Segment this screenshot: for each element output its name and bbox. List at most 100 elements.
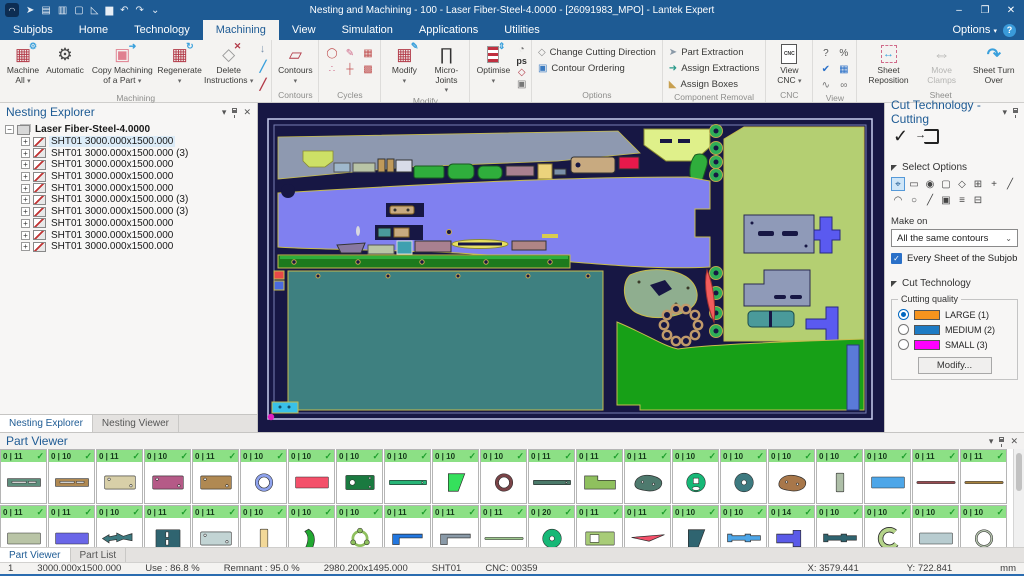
sel-arc-icon[interactable]: ◠: [891, 193, 905, 207]
panel-menu-icon[interactable]: ▾: [222, 107, 227, 118]
part-tile[interactable]: 0 | 11✓: [960, 449, 1007, 504]
redo-icon[interactable]: ↷: [136, 5, 144, 16]
tree-sheet-item[interactable]: +SHT01 3000.000x1500.000: [5, 136, 257, 148]
tree-sheet-item[interactable]: +SHT01 3000.000x1500.000 (3): [5, 194, 257, 206]
print-icon[interactable]: ▥: [58, 5, 67, 16]
expand-expander[interactable]: +: [21, 149, 30, 158]
tab-utilities[interactable]: Utilities: [491, 20, 552, 40]
tree-sheet-item[interactable]: +SHT01 3000.000x1500.000: [5, 241, 257, 253]
part-tile[interactable]: 0 | 10✓: [288, 505, 335, 547]
part-tile[interactable]: 0 | 11✓: [576, 449, 623, 504]
part-tile[interactable]: 0 | 10✓: [240, 449, 287, 504]
view-check-icon[interactable]: ✔: [817, 62, 834, 77]
tab-part-viewer[interactable]: Part Viewer: [0, 548, 71, 562]
sel-window-icon[interactable]: ▭: [907, 177, 921, 191]
collapse-expander[interactable]: −: [5, 125, 14, 134]
view-chain-icon[interactable]: ∞: [835, 78, 852, 93]
part-tile[interactable]: 0 | 10✓: [336, 505, 383, 547]
tab-machining[interactable]: Machining: [203, 20, 279, 40]
cycle-matrix-icon[interactable]: ▩: [359, 62, 376, 77]
copy-sheet-icon[interactable]: ▣: [516, 79, 527, 90]
cycle-points-icon[interactable]: ∴: [323, 62, 340, 77]
tab-home[interactable]: Home: [66, 20, 121, 40]
expand-expander[interactable]: +: [21, 219, 30, 228]
radio-icon[interactable]: [898, 339, 909, 350]
part-tile[interactable]: 0 | 14✓: [768, 505, 815, 547]
expand-expander[interactable]: +: [21, 172, 30, 181]
assign-extractions-button[interactable]: ➜ Assign Extractions: [665, 60, 764, 76]
part-tile[interactable]: 0 | 10✓: [768, 449, 815, 504]
sel-line-icon[interactable]: ╱: [1003, 177, 1017, 191]
sel-filled-icon[interactable]: ▣: [939, 193, 953, 207]
select-options-section[interactable]: Select Options: [891, 155, 1018, 177]
sel-contour-icon[interactable]: ◉: [923, 177, 937, 191]
modify-quality-button[interactable]: Modify...: [918, 357, 992, 374]
part-tile[interactable]: 0 | 11✓: [480, 505, 527, 547]
micro-joints-button[interactable]: ∏ Micro-Joints▾: [425, 41, 467, 96]
restore-button[interactable]: ❐: [972, 0, 998, 20]
pin-icon[interactable]: [232, 108, 237, 113]
tab-view[interactable]: View: [279, 20, 329, 40]
pointer-icon[interactable]: ➤: [26, 5, 34, 16]
cycle-ellipse-icon[interactable]: ◯: [323, 46, 340, 61]
part-tile[interactable]: 0 | 11✓: [624, 449, 671, 504]
tab-nesting-viewer[interactable]: Nesting Viewer: [93, 415, 179, 432]
sel-zoom2-icon[interactable]: ⊟: [971, 193, 985, 207]
part-tile[interactable]: 0 | 10✓: [48, 449, 95, 504]
sel-circle-icon[interactable]: ○: [907, 193, 921, 207]
document-icon[interactable]: ▢: [74, 5, 83, 16]
part-tile[interactable]: 0 | 11✓: [576, 505, 623, 547]
save-icon[interactable]: ▤: [41, 5, 50, 16]
tree-root[interactable]: −Laser Fiber-Steel-4.0000: [5, 124, 257, 136]
sel-group-icon[interactable]: ≡: [955, 193, 969, 207]
contour-ordering-button[interactable]: ▣ Contour Ordering: [534, 60, 629, 76]
apply-check-icon[interactable]: ✓: [893, 126, 908, 147]
tab-nesting-explorer[interactable]: Nesting Explorer: [0, 415, 93, 432]
chart-icon[interactable]: ▆: [105, 5, 113, 16]
tab-simulation[interactable]: Simulation: [329, 20, 406, 40]
tab-part-list[interactable]: Part List: [71, 548, 127, 562]
ps-icon[interactable]: ps: [516, 56, 527, 66]
quality-radio-row[interactable]: LARGE (1): [898, 309, 1011, 320]
expand-expander[interactable]: +: [21, 207, 30, 216]
red-line-icon[interactable]: ╱: [260, 78, 267, 91]
expand-expander[interactable]: +: [21, 137, 30, 146]
part-tile[interactable]: 0 | 10✓: [288, 449, 335, 504]
modify-button[interactable]: ▦✎ Modify▾: [383, 41, 425, 86]
tree-sheet-item[interactable]: +SHT01 3000.000x1500.000: [5, 171, 257, 183]
part-tile[interactable]: 0 | 10✓: [816, 505, 863, 547]
part-tile[interactable]: 0 | 11✓: [432, 505, 479, 547]
pin-icon[interactable]: [1013, 108, 1018, 113]
panel-menu-icon[interactable]: ▾: [1002, 107, 1007, 118]
tree-sheet-item[interactable]: +SHT01 3000.000x1500.000: [5, 218, 257, 230]
assign-boxes-button[interactable]: ◣ Assign Boxes: [665, 76, 742, 92]
blue-line-icon[interactable]: ╱: [260, 60, 267, 73]
app-logo-icon[interactable]: ◠: [5, 3, 19, 17]
part-tile[interactable]: 0 | 11✓: [192, 449, 239, 504]
expand-expander[interactable]: +: [21, 195, 30, 204]
part-tile[interactable]: 0 | 11✓: [384, 505, 431, 547]
part-tile[interactable]: 0 | 10✓: [720, 505, 767, 547]
part-tile[interactable]: 0 | 10✓: [672, 505, 719, 547]
quality-radio-row[interactable]: MEDIUM (2): [898, 324, 1011, 335]
sel-frame-icon[interactable]: ▢: [939, 177, 953, 191]
tree-sheet-item[interactable]: +SHT01 3000.000x1500.000: [5, 159, 257, 171]
tree-sheet-item[interactable]: +SHT01 3000.000x1500.000: [5, 229, 257, 241]
part-tile[interactable]: 0 | 11✓: [0, 505, 47, 547]
sel-point-icon[interactable]: ⌖: [891, 177, 905, 191]
view-percent-icon[interactable]: %: [835, 46, 852, 61]
undo-icon[interactable]: ↶: [120, 5, 128, 16]
nesting-canvas[interactable]: [258, 103, 884, 432]
sheet-reposition-button[interactable]: ↔ Sheet Reposition: [859, 41, 917, 86]
expand-expander[interactable]: +: [21, 242, 30, 251]
panel-close-icon[interactable]: ✕: [243, 107, 251, 118]
panel-menu-icon[interactable]: ▾: [989, 436, 994, 447]
part-viewer-scrollbar[interactable]: [1013, 449, 1024, 547]
optimise-button[interactable]: ⇕ Optimise▾: [472, 41, 514, 86]
radio-icon[interactable]: [898, 309, 909, 320]
checkbox-checked-icon[interactable]: ✓: [891, 253, 902, 264]
sel-plus-icon[interactable]: +: [987, 177, 1001, 191]
part-tile[interactable]: 0 | 10✓: [480, 449, 527, 504]
view-calendar-icon[interactable]: ▦: [835, 62, 852, 77]
view-cnc-button[interactable]: CNC View CNC ▾: [768, 41, 810, 86]
